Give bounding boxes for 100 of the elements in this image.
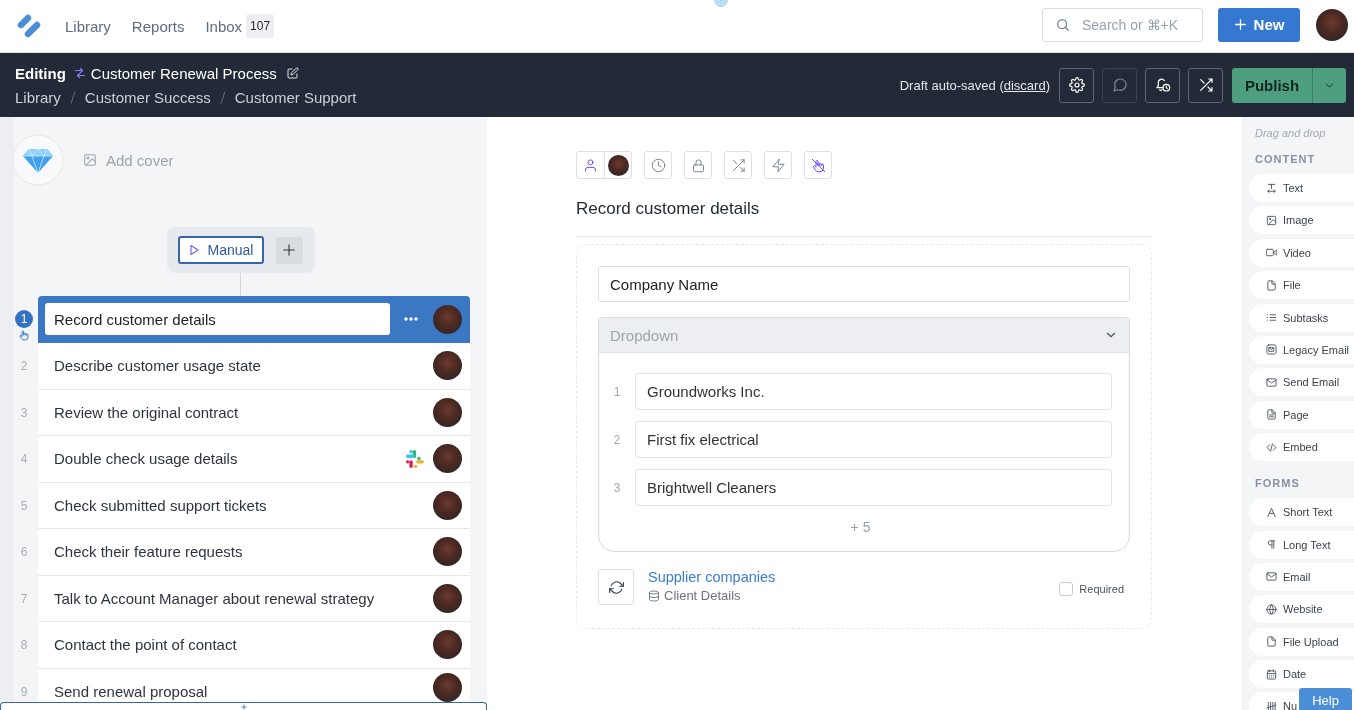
nav-link[interactable]: Library (65, 17, 111, 35)
palette-item[interactable]: File (1249, 271, 1354, 300)
step-title: Record customer details (576, 198, 761, 220)
option-field[interactable]: Groundworks Inc. (635, 373, 1112, 410)
task-title: Check submitted support tickets (54, 496, 268, 514)
file-icon (1266, 636, 1277, 648)
nav-link[interactable]: Reports (131, 17, 185, 35)
breadcrumb-link[interactable]: Customer Support (234, 88, 357, 106)
image-icon (83, 153, 97, 167)
speech-bubble-icon (1111, 77, 1128, 93)
mode-label: Editing (15, 64, 66, 82)
option-field[interactable]: First fix electrical (635, 421, 1112, 458)
task-title: Contact the point of contact (54, 636, 238, 654)
settings-button[interactable] (1059, 67, 1094, 103)
slash-icon (219, 90, 226, 104)
palette-item[interactable]: Image (1249, 206, 1354, 235)
add-step-button[interactable] (0, 702, 487, 710)
avatar (607, 154, 629, 176)
avatar (433, 630, 462, 660)
swap-arrows-icon (73, 67, 86, 79)
assignee-button[interactable] (576, 151, 632, 179)
avatar (433, 537, 462, 567)
refresh-icon (608, 579, 624, 595)
calendar-icon (1266, 668, 1277, 680)
task-title-input[interactable]: Record customer details (45, 303, 390, 335)
slash-icon (69, 90, 76, 104)
palette-item[interactable]: Legacy Email (1249, 335, 1354, 364)
document-icon (1266, 409, 1277, 421)
breadcrumb-link[interactable]: Library (15, 88, 61, 106)
draft-status: Draft auto-saved (discard) (899, 77, 1050, 93)
palette-hint: Drag and drop (1255, 126, 1327, 140)
task-title: Check their feature requests (54, 543, 244, 561)
palette-item[interactable]: File Upload (1249, 627, 1354, 656)
shuffle-button[interactable] (1188, 67, 1223, 103)
task-title: Send renewal proposal (54, 682, 209, 700)
avatar (433, 397, 462, 427)
step-number: 3 (20, 405, 28, 420)
text-field[interactable]: Company Name (598, 266, 1130, 302)
shuffle-icon (1197, 77, 1214, 93)
bell-clock-icon (1154, 77, 1171, 93)
edit-icon[interactable] (286, 67, 299, 79)
trigger-button[interactable]: Manual (177, 236, 264, 264)
palette-item[interactable]: Page (1249, 400, 1354, 429)
settings-icon (1068, 77, 1085, 93)
task-row[interactable]: Record customer details (38, 296, 470, 343)
palette-item[interactable]: Long Text (1249, 530, 1354, 559)
palette-item[interactable]: Embed (1249, 433, 1354, 462)
palette-item[interactable]: Send Email (1249, 368, 1354, 397)
nav-link[interactable]: Inbox 107 (205, 14, 275, 38)
palette-item[interactable]: Video (1249, 238, 1354, 267)
hand-button[interactable] (804, 151, 832, 179)
avatar (433, 583, 462, 613)
task-title: Describe customer usage state (54, 357, 262, 375)
task-row[interactable]: Double check usage details (38, 436, 470, 483)
task-row[interactable]: Describe customer usage state (38, 343, 470, 390)
lock-button[interactable] (684, 151, 712, 179)
publish-button[interactable]: Publish (1232, 67, 1312, 103)
avatar (433, 672, 462, 702)
publish-menu-button[interactable] (1312, 67, 1346, 103)
lightning-button[interactable] (764, 151, 792, 179)
new-button[interactable]: New (1218, 7, 1300, 42)
refresh-button[interactable] (598, 569, 634, 605)
add-trigger-button[interactable] (275, 236, 303, 264)
step-number: 1 (15, 310, 33, 328)
user-avatar[interactable] (1316, 8, 1348, 41)
reminder-button[interactable] (1145, 67, 1180, 103)
task-row[interactable]: Check submitted support tickets (38, 482, 470, 529)
globe-icon (1266, 603, 1277, 615)
dropdown-select[interactable]: Dropdown (599, 318, 1129, 353)
task-title: Review the original contract (54, 403, 240, 421)
avatar (433, 444, 462, 474)
search-field[interactable]: Search or ⌘+K (1042, 7, 1203, 42)
task-row[interactable]: Send renewal proposal (38, 668, 470, 702)
palette-item[interactable]: Website (1249, 595, 1354, 624)
step-number: 4 (20, 452, 28, 467)
palette-item[interactable]: Short Text (1249, 498, 1354, 527)
avatar (433, 304, 462, 334)
clock-button[interactable] (644, 151, 672, 179)
video-camera-icon (1266, 247, 1277, 259)
task-row[interactable]: Check their feature requests (38, 529, 470, 576)
source-link[interactable]: Supplier companies (648, 569, 776, 586)
hand-icon (18, 329, 30, 341)
palette-item[interactable]: Text (1249, 174, 1354, 202)
palette-item[interactable]: Subtasks (1249, 303, 1354, 332)
palette-item[interactable]: Date (1249, 660, 1354, 689)
required-checkbox[interactable] (1059, 582, 1074, 596)
task-row[interactable]: Contact the point of contact (38, 622, 470, 669)
task-row[interactable]: Review the original contract (38, 389, 470, 436)
ellipsis-icon (404, 317, 418, 321)
palette-item[interactable]: Email (1249, 562, 1354, 591)
search-icon (1056, 17, 1070, 32)
task-row[interactable]: Talk to Account Manager about renewal strategy (38, 575, 470, 622)
option-field[interactable]: Brightwell Cleaners (635, 469, 1112, 506)
step-number: 6 (20, 545, 28, 560)
envelope-icon (1266, 571, 1277, 583)
source-name: Client Details (664, 588, 741, 604)
play-icon (187, 243, 200, 257)
breadcrumb-link[interactable]: Customer Success (84, 88, 211, 106)
envelope-square-icon (1266, 344, 1277, 356)
process-title: Customer Renewal Process (90, 64, 277, 82)
